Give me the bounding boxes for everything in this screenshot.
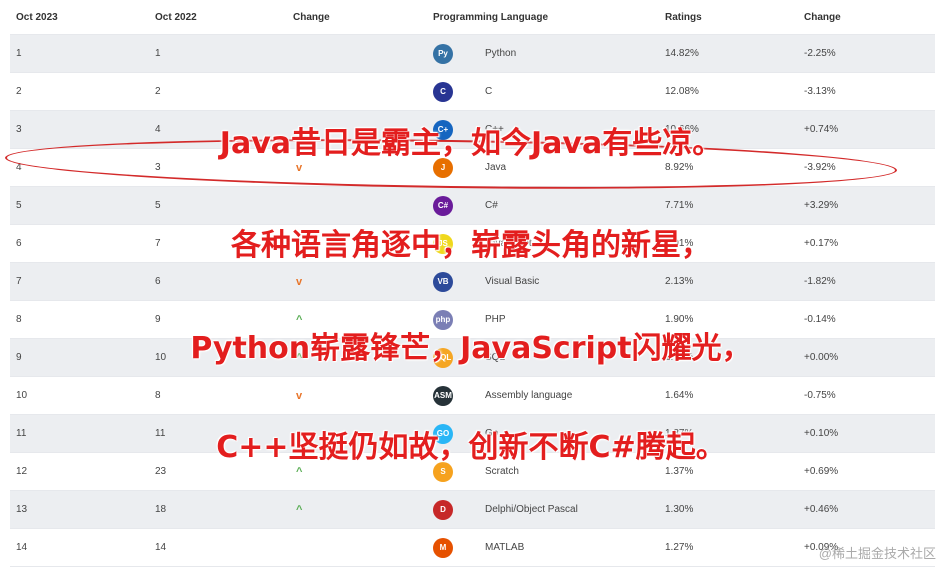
table-row[interactable]: 1 1 Py Python 14.82% -2.25% [10, 35, 935, 73]
header-previous[interactable]: Oct 2022 [155, 0, 197, 34]
table-row[interactable]: 2 2 C C 12.08% -3.13% [10, 73, 935, 111]
header-ratings[interactable]: Ratings [665, 0, 702, 34]
header-change[interactable]: Change [293, 0, 330, 34]
language-name[interactable]: C# [485, 187, 498, 224]
rank-current: 1 [16, 48, 22, 59]
language-name[interactable]: C [485, 73, 492, 110]
trend-down-icon: v [296, 389, 303, 402]
rating-change: -3.13% [804, 86, 836, 97]
language-logo-icon: ASM [433, 385, 453, 406]
tiobe-table: Oct 2023 Oct 2022 Change Programming Lan… [10, 0, 935, 567]
table-row[interactable]: 14 14 M MATLAB 1.27% +0.09% [10, 529, 935, 567]
rank-previous: 14 [155, 542, 167, 553]
language-logo-icon: VB [433, 271, 453, 292]
language-logo-icon: D [433, 499, 453, 520]
overlay-line-1: Java昔日是霸主，如今Java有些凉。 [219, 126, 723, 161]
table-header: Oct 2023 Oct 2022 Change Programming Lan… [10, 0, 935, 35]
rank-previous: 1 [155, 48, 161, 59]
language-logo-icon: C [433, 81, 453, 102]
rating-value: 2.13% [665, 276, 694, 287]
language-logo-icon: M [433, 537, 453, 558]
rank-current: 14 [16, 542, 28, 553]
rank-current: 13 [16, 504, 28, 515]
rank-previous: 6 [155, 276, 161, 287]
header-language[interactable]: Programming Language [433, 0, 548, 34]
overlay-line-2: 各种语言角逐中，崭露头角的新星， [231, 228, 711, 263]
rank-previous: 2 [155, 86, 161, 97]
language-name[interactable]: Assembly language [485, 377, 572, 414]
table-row[interactable]: 10 8 v ASM Assembly language 1.64% -0.75% [10, 377, 935, 415]
rank-previous: 18 [155, 504, 167, 515]
rank-current: 5 [16, 200, 22, 211]
header-current[interactable]: Oct 2023 [16, 0, 58, 34]
rating-value: 1.64% [665, 390, 694, 401]
language-name[interactable]: Delphi/Object Pascal [485, 491, 578, 528]
rating-value: 14.82% [665, 48, 699, 59]
rating-value: 1.27% [665, 542, 694, 553]
trend-up-icon: ^ [296, 503, 303, 516]
watermark: @稀土掘金技术社区 [818, 546, 936, 561]
trend-down-icon: v [296, 275, 303, 288]
language-logo-icon: Py [433, 43, 453, 64]
rank-previous: 8 [155, 390, 161, 401]
rank-current: 2 [16, 86, 22, 97]
language-name[interactable]: MATLAB [485, 529, 524, 566]
rating-change: +3.29% [804, 200, 839, 211]
rating-value: 7.71% [665, 200, 694, 211]
rating-change: +0.46% [804, 504, 839, 515]
overlay-line-4: C++坚挺仍如故，创新不断C#腾起。 [216, 430, 726, 465]
rating-change: -1.82% [804, 276, 836, 287]
rating-change: -2.25% [804, 48, 836, 59]
language-logo-icon: C# [433, 195, 453, 216]
rank-previous: 5 [155, 200, 161, 211]
table-row[interactable]: 7 6 v VB Visual Basic 2.13% -1.82% [10, 263, 935, 301]
rank-current: 7 [16, 276, 22, 287]
language-name[interactable]: Visual Basic [485, 263, 539, 300]
rating-value: 12.08% [665, 86, 699, 97]
table-row[interactable]: 13 18 ^ D Delphi/Object Pascal 1.30% +0.46% [10, 491, 935, 529]
overlay-line-3: Python崭露锋芒，JavaScript闪耀光， [190, 331, 752, 366]
language-name[interactable]: Python [485, 35, 516, 72]
rating-value: 1.30% [665, 504, 694, 515]
rating-change: -0.75% [804, 390, 836, 401]
rank-current: 10 [16, 390, 28, 401]
header-change-percent[interactable]: Change [804, 0, 841, 34]
